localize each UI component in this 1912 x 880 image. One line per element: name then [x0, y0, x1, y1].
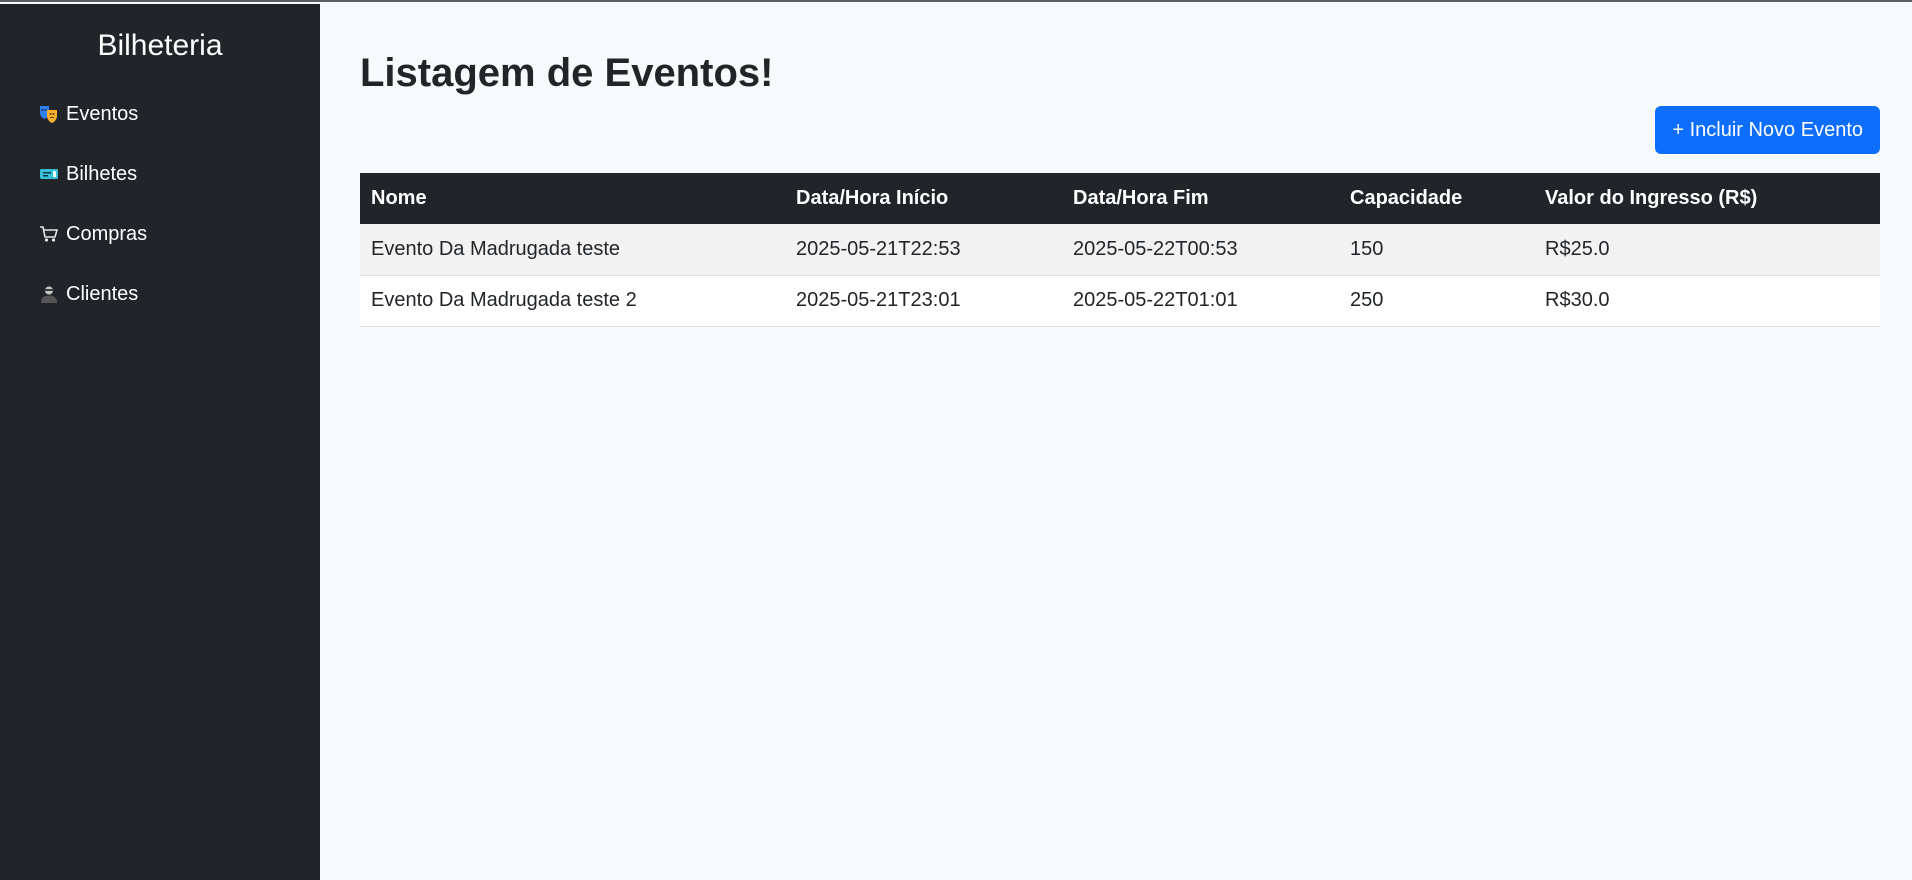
sidebar-item-eventos[interactable]: Eventos [0, 84, 320, 144]
sidebar-item-bilhetes[interactable]: Bilhetes [0, 144, 320, 204]
column-header-valor: Valor do Ingresso (R$) [1545, 187, 1758, 209]
column-header-capacidade: Capacidade [1350, 187, 1463, 209]
cell-nome: Evento Da Madrugada teste [360, 224, 785, 276]
cell-fim: 2025-05-22T01:01 [1062, 275, 1339, 327]
table-header-row: Nome Data/Hora Início Data/Hora Fim Capa… [360, 173, 1880, 224]
sidebar-item-label: Eventos [66, 102, 139, 125]
main-content: Listagem de Eventos! + Incluir Novo Even… [320, 4, 1912, 880]
user-icon [38, 283, 60, 305]
sidebar-nav: Eventos Bilhetes Compras Clientes [0, 84, 320, 324]
cell-valor: R$25.0 [1534, 224, 1880, 276]
column-header-nome: Nome [371, 187, 427, 209]
sidebar-item-label: Compras [66, 222, 148, 245]
brand-title: Bilheteria [97, 29, 223, 62]
column-header-fim: Data/Hora Fim [1073, 187, 1209, 209]
sidebar-item-label: Clientes [66, 282, 139, 305]
cell-capacidade: 250 [1339, 275, 1534, 327]
events-table: Nome Data/Hora Início Data/Hora Fim Capa… [360, 173, 1880, 327]
cell-capacidade: 150 [1339, 224, 1534, 276]
table-row[interactable]: Evento Da Madrugada teste 2025-05-21T22:… [360, 224, 1880, 276]
theater-masks-icon [38, 103, 60, 125]
page-title: Listagem de Eventos! [360, 51, 774, 95]
cell-inicio: 2025-05-21T23:01 [785, 275, 1062, 327]
cell-valor: R$30.0 [1534, 275, 1880, 327]
table-row[interactable]: Evento Da Madrugada teste 2 2025-05-21T2… [360, 275, 1880, 327]
toolbar: + Incluir Novo Evento [360, 106, 1880, 154]
column-header-inicio: Data/Hora Início [796, 187, 949, 209]
sidebar-item-label: Bilhetes [66, 162, 138, 185]
ticket-icon [38, 163, 60, 185]
cell-inicio: 2025-05-21T22:53 [785, 224, 1062, 276]
sidebar-item-clientes[interactable]: Clientes [0, 264, 320, 324]
add-event-button[interactable]: + Incluir Novo Evento [1655, 106, 1880, 154]
shopping-cart-icon [38, 223, 60, 245]
sidebar-item-compras[interactable]: Compras [0, 204, 320, 264]
cell-fim: 2025-05-22T00:53 [1062, 224, 1339, 276]
sidebar: Bilheteria Eventos Bilhetes Compras Clie… [0, 4, 320, 880]
cell-nome: Evento Da Madrugada teste 2 [360, 275, 785, 327]
